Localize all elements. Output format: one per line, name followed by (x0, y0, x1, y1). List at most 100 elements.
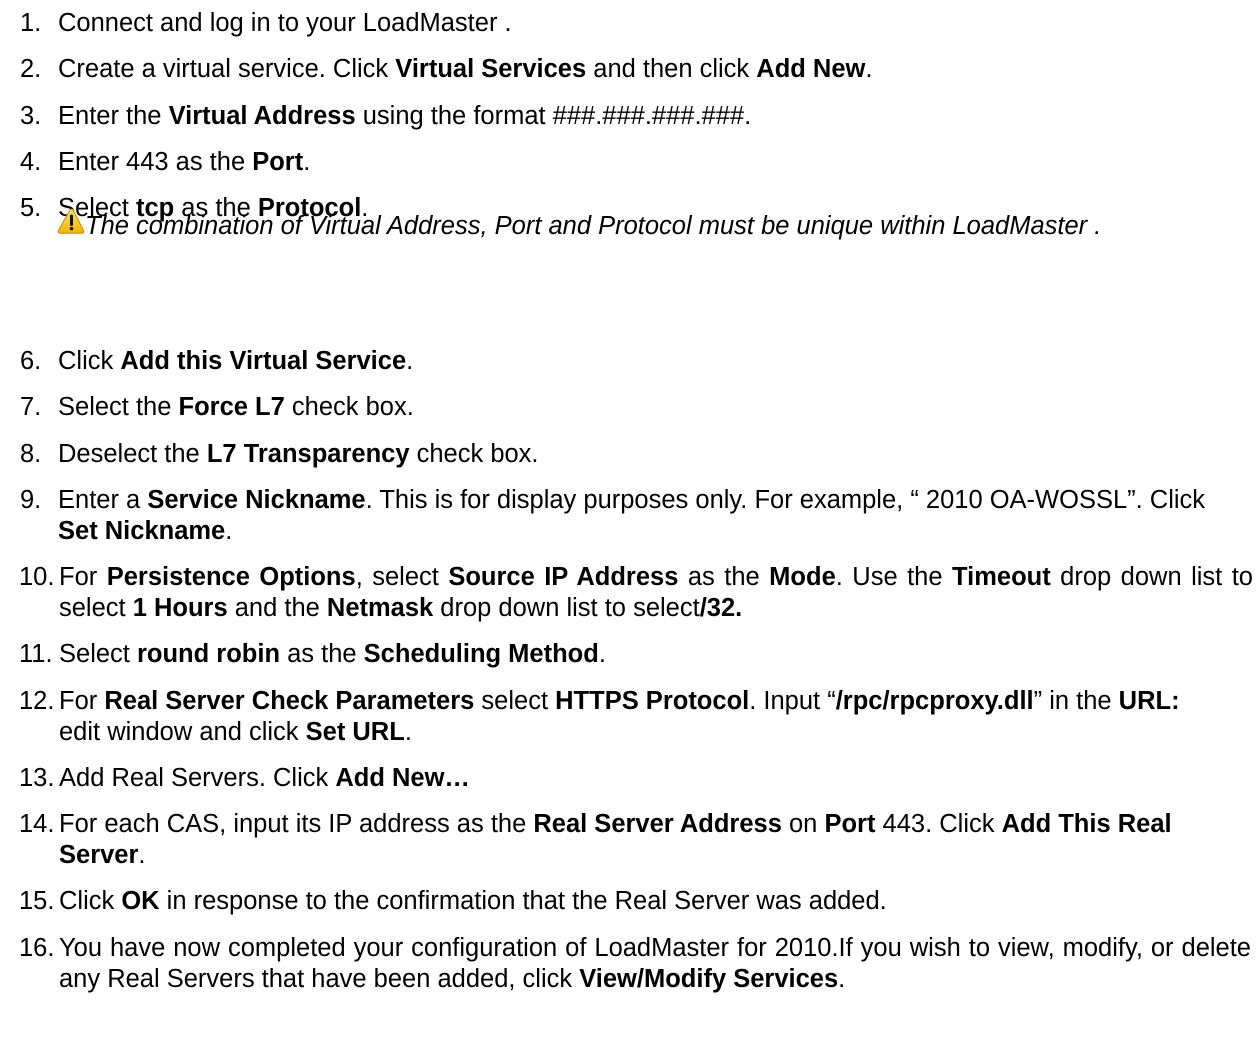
step-text-bold: Add New… (335, 764, 470, 792)
step-text-run: . This is for display purposes only. For… (365, 486, 1206, 514)
step-text: Enter 443 as the Port. (58, 147, 1251, 178)
step-text: For Persistence Options, select Source I… (59, 562, 1253, 624)
instruction-page: 1. Connect and log in to your LoadMaster… (0, 0, 1259, 1038)
step-number: 14. (19, 810, 55, 838)
step-text-bold: Virtual Services (395, 55, 587, 83)
step-number: 6. (20, 347, 42, 375)
step-text-bold: Set Nickname (58, 517, 226, 545)
step-text-run: and then click (586, 55, 757, 83)
step-text: For each CAS, input its IP address as th… (59, 809, 1204, 871)
step-text-bold: Add New (756, 55, 866, 83)
step-text-bold: HTTPS Protocol (555, 687, 750, 715)
step-text: Select round robin as the Scheduling Met… (59, 639, 1251, 670)
step-text-run: and the (227, 594, 327, 622)
step-text-run: check box. (284, 393, 414, 421)
step-text-run: ” in the (1033, 687, 1119, 715)
step-text-bold: Force L7 (178, 393, 285, 421)
step-text-run: Click (58, 347, 121, 375)
step-text-bold: Scheduling Method (363, 640, 599, 668)
step-number: 3. (20, 102, 42, 130)
step-text-run: drop down list to select (433, 594, 700, 622)
step-text: Deselect the L7 Transparency check box. (58, 439, 1251, 470)
step-text-run: . (838, 965, 846, 993)
step-text-run: using the format ###.###.###.###. (355, 102, 752, 130)
step-text-run: . (138, 841, 146, 869)
step-text: Add Real Servers. Click Add New… (59, 763, 1251, 794)
step-number: 2. (20, 55, 42, 83)
step-text-run: Connect and log in to your LoadMaster . (58, 9, 512, 37)
step-text-bold: L7 Transparency (206, 440, 410, 468)
step-text-bold: /rpc/rpcproxy.dll (835, 687, 1034, 715)
step-text: You have now completed your configuratio… (59, 933, 1251, 995)
step-text: Select the Force L7 check box. (58, 392, 1251, 423)
step-number: 12. (19, 687, 55, 715)
warning-icon (57, 208, 85, 235)
step-number: 8. (20, 440, 42, 468)
step-text-run: Create a virtual service. Click (58, 55, 396, 83)
step-number: 11. (19, 640, 53, 668)
step-text: Click Add this Virtual Service. (58, 346, 1251, 377)
step-number: 15. (19, 887, 55, 915)
step-text-bold: URL: (1118, 687, 1180, 715)
step-text-run: Select (59, 640, 137, 668)
step-text: Create a virtual service. Click Virtual … (58, 54, 1251, 85)
step-text-run: . (225, 517, 233, 545)
step-text-run: Select the (58, 393, 179, 421)
step-text-run: . (406, 347, 414, 375)
warning-note-text: The combination of Virtual Address, Port… (85, 212, 1102, 240)
step-text-run: select (474, 687, 556, 715)
step-text: Enter a Service Nickname. This is for di… (58, 485, 1239, 547)
step-number: 5. (20, 194, 42, 222)
step-text-bold: 1 Hours (132, 594, 228, 622)
step-text-bold: Timeout (952, 563, 1051, 591)
step-text-run: Deselect the (58, 440, 207, 468)
step-text: Connect and log in to your LoadMaster . (58, 8, 1251, 39)
step-text-run: in response to the confirmation that the… (159, 887, 887, 915)
step-text-bold: Add this Virtual Service (120, 347, 407, 375)
step-text-run: , select (355, 563, 449, 591)
step-text-bold: Set URL (305, 718, 405, 746)
step-text-run: . (865, 55, 873, 83)
step-text-bold: Virtual Address (168, 102, 356, 130)
step-text-bold: round robin (136, 640, 281, 668)
step-text-bold: Real Server Address (533, 810, 782, 838)
step-text-run: . (598, 640, 606, 668)
step-text-run: . Use the (835, 563, 953, 591)
step-number: 16. (19, 934, 55, 962)
step-text-run: check box. (409, 440, 539, 468)
step-number: 1. (20, 9, 42, 37)
step-text-run: For (59, 687, 105, 715)
step-text-bold: Port (824, 810, 876, 838)
step-text-run: on (781, 810, 825, 838)
step-number: 4. (20, 148, 42, 176)
step-text-run: Enter a (58, 486, 148, 514)
step-text-bold: View/Modify Services (579, 965, 839, 993)
step-text-bold: Mode (769, 563, 836, 591)
step-number: 7. (20, 393, 42, 421)
step-text-bold: Persistence Options (106, 563, 356, 591)
step-text-run: as the (678, 563, 770, 591)
step-text: Click OK in response to the confirmation… (59, 886, 1251, 917)
step-text-run: . (404, 718, 412, 746)
step-text-bold: Real Server Check Parameters (104, 687, 475, 715)
step-text-run: . (303, 148, 311, 176)
step-text-run: For (59, 563, 107, 591)
step-number: 10. (19, 563, 55, 591)
step-text-run: as the (280, 640, 364, 668)
step-text-bold: Netmask (326, 594, 434, 622)
step-text-bold: Source IP Address (448, 563, 679, 591)
step-text: Enter the Virtual Address using the form… (58, 101, 1251, 132)
step-number: 13. (19, 764, 55, 792)
step-text-bold: Service Nickname (147, 486, 366, 514)
step-text-run: Add Real Servers. Click (59, 764, 336, 792)
step-text-run: 443. Click (875, 810, 1002, 838)
step-text-run: Click (59, 887, 122, 915)
step-text-run: Enter 443 as the (58, 148, 253, 176)
step-text-run: For each CAS, input its IP address as th… (59, 810, 534, 838)
step-text: For Real Server Check Parameters select … (59, 686, 1209, 748)
step-text-run: . Input “ (749, 687, 836, 715)
step-text-bold: Port (252, 148, 304, 176)
step-text-bold: OK (121, 887, 160, 915)
step-text-run: Enter the (58, 102, 169, 130)
step-text-bold: /32. (699, 594, 743, 622)
